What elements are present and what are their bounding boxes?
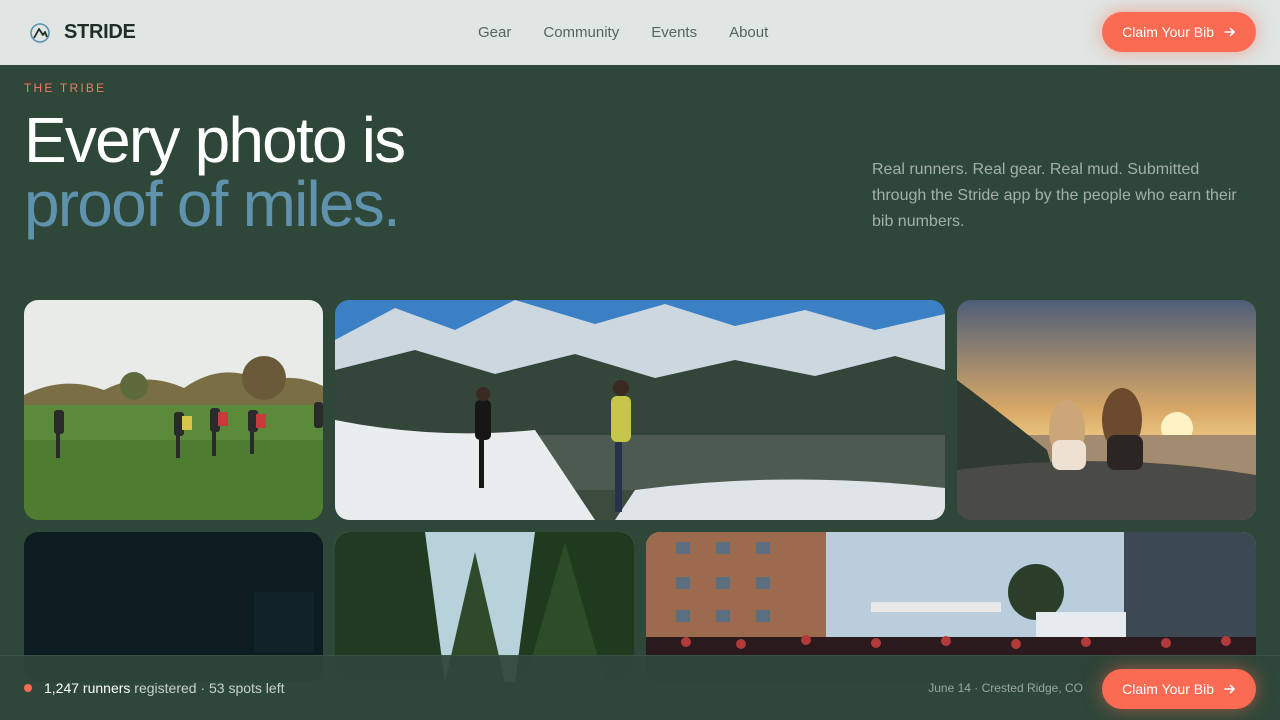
claim-bib-button-header[interactable]: Claim Your Bib xyxy=(1102,12,1256,52)
nav-item-community[interactable]: Community xyxy=(543,24,619,41)
registration-bar: 1,247 runners registered · 53 spots left… xyxy=(0,655,1280,720)
page-headline: Every photo is proof of miles. xyxy=(24,108,406,240)
claim-bib-button-footer[interactable]: Claim Your Bib xyxy=(1102,669,1256,709)
brand[interactable]: STRIDE xyxy=(30,21,136,44)
primary-nav: Gear Community Events About xyxy=(478,0,768,65)
arrow-right-icon xyxy=(1224,684,1235,694)
photo-sunset-friends xyxy=(957,300,1256,520)
runners-count: 1,247 runners xyxy=(44,680,131,696)
spots-left-text: registered · 53 spots left xyxy=(130,680,285,696)
section-eyebrow: THE TRIBE xyxy=(24,81,107,95)
live-status-dot xyxy=(24,684,32,692)
photo-snowy-mountain-trail xyxy=(335,300,945,520)
top-navigation: STRIDE Gear Community Events About Claim… xyxy=(0,0,1280,65)
gallery-photo-sunset[interactable] xyxy=(957,300,1256,520)
gallery-photo-cross-country[interactable] xyxy=(24,300,323,520)
gallery-photo-snowy-trail[interactable] xyxy=(335,300,945,520)
claim-bib-label: Claim Your Bib xyxy=(1122,24,1214,40)
registration-status: 1,247 runners registered · 53 spots left xyxy=(44,680,284,696)
mountain-logo-icon xyxy=(30,22,50,43)
photo-cross-country-runners xyxy=(24,300,323,520)
event-date-location: June 14 · Crested Ridge, CO xyxy=(928,681,1083,695)
nav-item-gear[interactable]: Gear xyxy=(478,24,511,41)
headline-line-2: proof of miles. xyxy=(24,168,401,240)
claim-bib-label: Claim Your Bib xyxy=(1122,681,1214,697)
arrow-right-icon xyxy=(1224,27,1235,37)
nav-item-about[interactable]: About xyxy=(729,24,768,41)
brand-name: STRIDE xyxy=(64,21,136,43)
hero-description: Real runners. Real gear. Real mud. Submi… xyxy=(872,161,1237,230)
headline-line-1: Every photo is xyxy=(24,104,406,176)
nav-item-events[interactable]: Events xyxy=(651,24,697,41)
